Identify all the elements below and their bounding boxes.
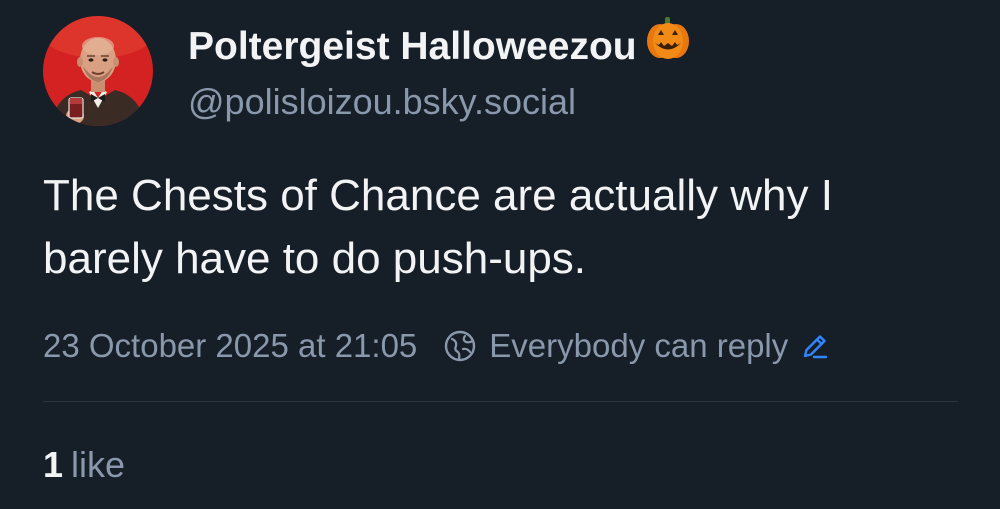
divider [43, 401, 958, 402]
like-label: like [71, 444, 126, 485]
post-timestamp[interactable]: 23 October 2025 at 21:05 [43, 327, 417, 365]
globe-icon [443, 329, 477, 363]
reply-setting-button[interactable]: Everybody can reply [443, 327, 830, 365]
author-display-name[interactable]: Poltergeist Halloweezou [188, 17, 691, 73]
avatar[interactable] [43, 16, 153, 126]
post-meta: 23 October 2025 at 21:05 Everybody can r… [43, 322, 830, 370]
author-display-name-text: Poltergeist Halloweezou [188, 25, 637, 68]
author-handle[interactable]: @polisloizou.bsky.social [188, 78, 576, 126]
like-count: 1 [43, 444, 64, 485]
post-text: The Chests of Chance are actually why I … [43, 171, 833, 283]
reply-setting-label: Everybody can reply [489, 327, 789, 364]
post-thread-item: Poltergeist Halloweezou @polisloizou.bsk… [0, 0, 1000, 509]
jack-o-lantern-icon [645, 16, 691, 73]
likes-count-link[interactable]: 1 like [43, 440, 125, 490]
pencil-icon [800, 331, 830, 361]
avatar-image [43, 16, 153, 126]
